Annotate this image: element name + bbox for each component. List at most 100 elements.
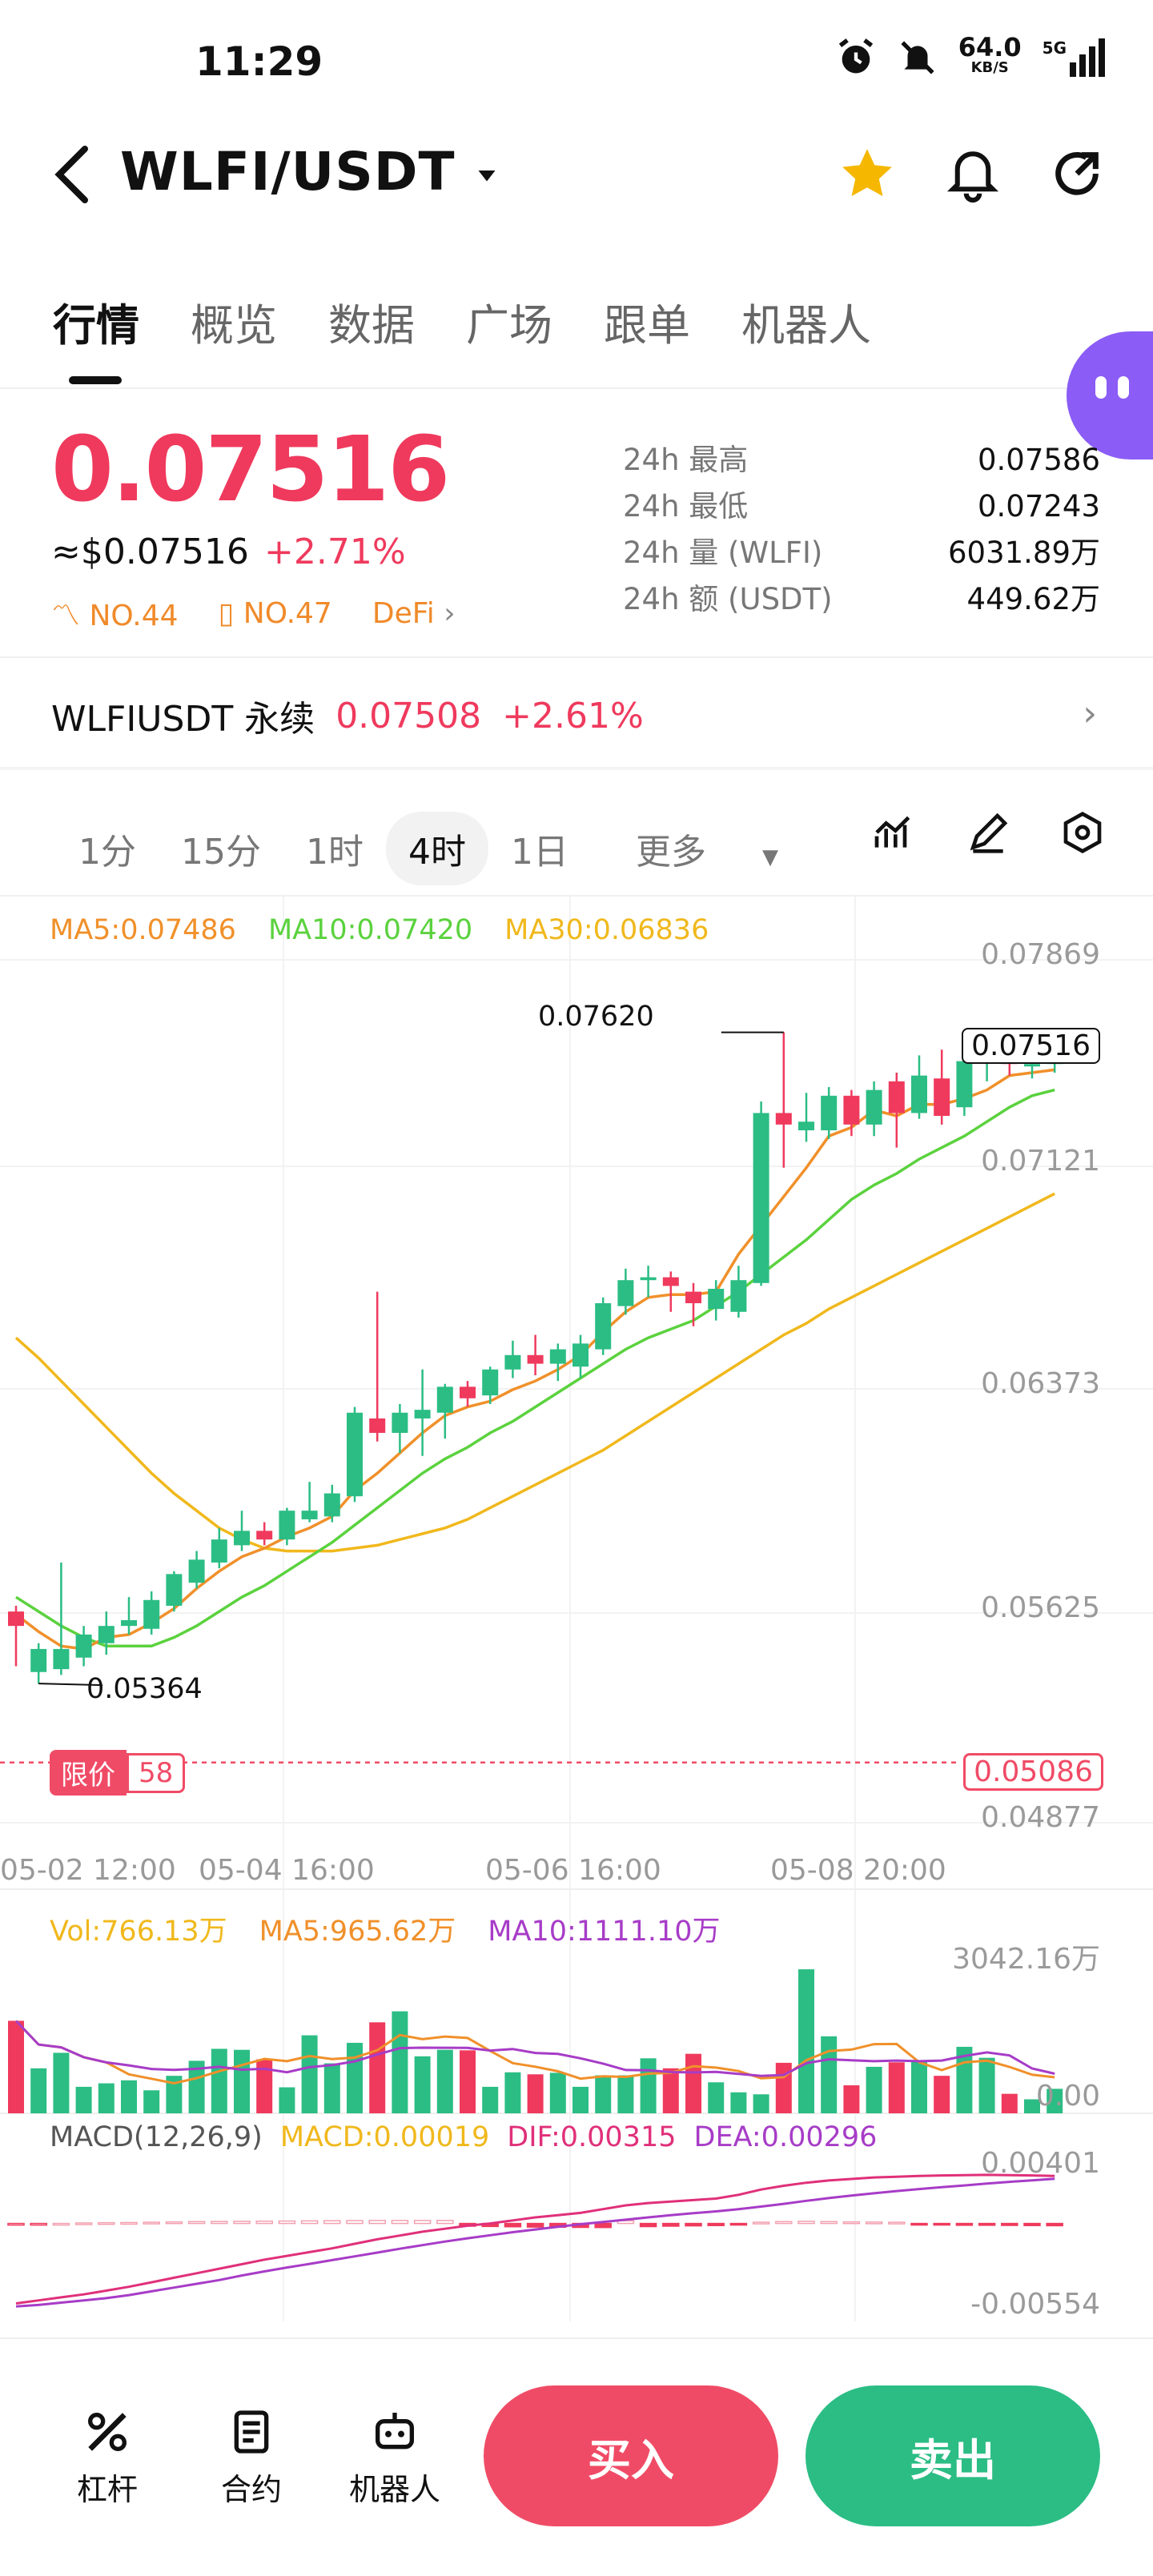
macd-bar bbox=[300, 2220, 319, 2225]
volume-bar bbox=[549, 2072, 566, 2113]
candle-body bbox=[482, 1369, 499, 1396]
candle-body bbox=[549, 1349, 566, 1364]
tf-4h[interactable]: 4时 bbox=[386, 812, 488, 885]
stat-value: 0.07586 bbox=[977, 443, 1100, 477]
macd-bar bbox=[187, 2221, 206, 2225]
candle-body bbox=[8, 1611, 24, 1627]
tab-square[interactable]: 广场 bbox=[466, 290, 552, 353]
macd-bar bbox=[233, 2221, 251, 2225]
net-speed: 64.0 KB/S bbox=[958, 32, 1022, 76]
volume-bar bbox=[414, 2056, 431, 2113]
y-tick: 0.07869 bbox=[981, 938, 1100, 971]
volume-bar bbox=[30, 2068, 47, 2113]
volume-bar bbox=[98, 2083, 114, 2113]
volume-bar bbox=[753, 2094, 769, 2113]
macd-title: MACD(12,26,9) bbox=[50, 2121, 263, 2153]
tab-data[interactable]: 数据 bbox=[328, 290, 415, 353]
category-tag[interactable]: DeFi › bbox=[372, 597, 456, 630]
tf-1h[interactable]: 1时 bbox=[283, 812, 386, 885]
back-icon[interactable] bbox=[50, 142, 98, 207]
volume-bar bbox=[1001, 2093, 1018, 2113]
candle-body bbox=[53, 1648, 70, 1670]
volume-bar bbox=[53, 2052, 70, 2113]
pair-title: WLFI/USDT bbox=[120, 141, 456, 203]
macd-bar bbox=[30, 2222, 47, 2226]
volume-bar bbox=[256, 2059, 273, 2113]
leverage-icon bbox=[87, 2413, 127, 2451]
rank-tags: 〽 NO.44 ▯ NO.47 DeFi › bbox=[51, 592, 456, 634]
tab-market[interactable]: 行情 bbox=[53, 290, 139, 353]
candle-body bbox=[414, 1410, 431, 1418]
star-icon[interactable] bbox=[838, 144, 897, 203]
draw-icon[interactable] bbox=[966, 810, 1010, 855]
candle-body bbox=[662, 1277, 679, 1286]
macd-bar bbox=[797, 2221, 815, 2225]
buy-button[interactable]: 买入 bbox=[484, 2385, 778, 2526]
timeframe-bar: 1分 15分 1时 4时 1日 更多 ▼ bbox=[56, 800, 823, 897]
bot-button[interactable]: 机器人 bbox=[349, 2406, 440, 2509]
contract-button[interactable]: 合约 bbox=[221, 2406, 282, 2509]
tab-bot[interactable]: 机器人 bbox=[741, 290, 871, 353]
macd-bar bbox=[526, 2222, 544, 2228]
leverage-button[interactable]: 杠杆 bbox=[77, 2406, 138, 2509]
volume-bar bbox=[911, 2060, 927, 2113]
tab-overview[interactable]: 概览 bbox=[191, 290, 277, 353]
bell-icon[interactable] bbox=[946, 144, 999, 203]
candle-body bbox=[75, 1634, 92, 1658]
ma30-label: MA30:0.06836 bbox=[504, 914, 709, 946]
candle-body bbox=[527, 1354, 544, 1364]
macd-bar bbox=[120, 2221, 138, 2225]
pair-selector[interactable]: WLFI/USDT bbox=[120, 141, 499, 203]
volume-bar bbox=[211, 2048, 227, 2113]
candle-body bbox=[211, 1539, 227, 1563]
candle-body bbox=[166, 1574, 183, 1606]
candle-body bbox=[121, 1619, 137, 1627]
macd-bar bbox=[368, 2220, 386, 2225]
macd-bar bbox=[1001, 2222, 1018, 2226]
volume-bar bbox=[482, 2086, 499, 2113]
macd-bar bbox=[211, 2221, 228, 2225]
tf-more[interactable]: 更多 ▼ bbox=[591, 800, 823, 897]
candle-body bbox=[256, 1531, 273, 1540]
indicator-icon[interactable] bbox=[871, 810, 916, 855]
macd-bar bbox=[1046, 2222, 1063, 2227]
macd-bar bbox=[933, 2222, 950, 2226]
tab-copy-trade[interactable]: 跟单 bbox=[604, 290, 690, 353]
doc-icon: ▯ bbox=[218, 596, 243, 630]
rank-tag-2[interactable]: ▯ NO.47 bbox=[219, 597, 332, 630]
sell-button[interactable]: 卖出 bbox=[805, 2385, 1100, 2526]
candle-body bbox=[323, 1493, 340, 1517]
macd-bar bbox=[7, 2222, 25, 2226]
volume-bar bbox=[775, 2062, 792, 2113]
candle-body bbox=[685, 1291, 701, 1303]
candle-body bbox=[708, 1288, 725, 1310]
tf-1d[interactable]: 1日 bbox=[488, 812, 591, 885]
volume-bar bbox=[617, 2075, 634, 2113]
macd-bar bbox=[842, 2221, 861, 2225]
x-tick: 05-06 16:00 bbox=[485, 1854, 661, 1887]
macd-bar bbox=[955, 2222, 974, 2226]
dif-label: DIF:0.00315 bbox=[507, 2121, 677, 2153]
divider bbox=[0, 387, 1153, 389]
current-price-tag: 0.07516 bbox=[962, 1028, 1100, 1064]
stat-value: 449.62万 bbox=[966, 582, 1100, 616]
perp-row[interactable]: WLFIUSDT 永续 0.07508 +2.61% bbox=[51, 690, 644, 741]
tf-15m[interactable]: 15分 bbox=[159, 812, 283, 885]
limit-order-tag[interactable]: 限价 58 bbox=[50, 1750, 186, 1796]
chevron-right-icon[interactable]: › bbox=[1083, 693, 1097, 734]
settings-icon[interactable] bbox=[1060, 810, 1105, 855]
tf-1m[interactable]: 1分 bbox=[56, 812, 159, 885]
macd-bar bbox=[888, 2221, 906, 2225]
volume-bar bbox=[234, 2049, 250, 2113]
volume-bar bbox=[708, 2082, 725, 2113]
chevron-right-icon: › bbox=[434, 596, 456, 630]
macd-bar bbox=[910, 2222, 928, 2226]
y-tick: 0.06373 bbox=[981, 1367, 1100, 1400]
share-icon[interactable] bbox=[1049, 146, 1105, 202]
candle-body bbox=[460, 1386, 476, 1398]
price-change: +2.71% bbox=[264, 532, 406, 572]
macd-bar bbox=[346, 2220, 364, 2225]
candle-body bbox=[775, 1113, 792, 1125]
rank-tag-1[interactable]: 〽 NO.44 bbox=[51, 592, 179, 634]
macd-bar bbox=[98, 2221, 115, 2225]
